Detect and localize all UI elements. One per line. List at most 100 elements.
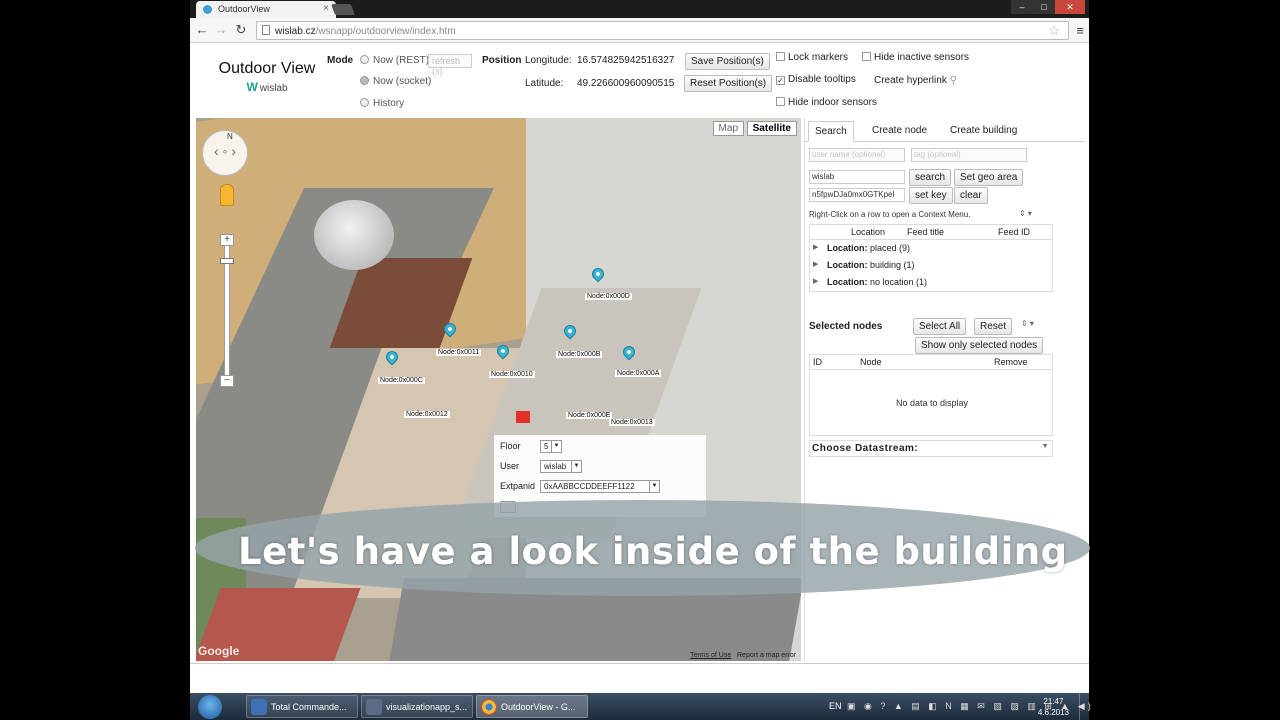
taskbar-item-chrome[interactable]: OutdoorView - G...	[476, 695, 588, 718]
save-position-button[interactable]: Save Position(s)	[685, 53, 770, 70]
back-arrow-icon[interactable]: ←	[194, 23, 210, 37]
choose-datastream-label: Choose Datastream:	[812, 443, 919, 454]
hide-inactive-checkbox[interactable]	[862, 52, 871, 61]
app-icon	[366, 699, 382, 715]
expand-arrow-icon[interactable]: ▶	[813, 277, 818, 285]
hide-inactive-option[interactable]: Hide inactive sensors	[862, 52, 969, 63]
dropdown-arrow-icon[interactable]: ▼	[1042, 443, 1049, 450]
column-remove[interactable]: Remove	[994, 357, 1028, 367]
user-name-input[interactable]: user name (optional)	[809, 148, 905, 162]
hide-indoor-checkbox[interactable]	[776, 97, 785, 106]
table-row[interactable]: ▶ Location: placed (9)	[810, 240, 1052, 257]
radio-now-socket[interactable]	[360, 76, 369, 85]
create-hyperlink-link[interactable]: Create hyperlink ⚲	[874, 75, 957, 86]
language-indicator[interactable]: EN	[829, 701, 842, 711]
reset-selection-button[interactable]: Reset	[974, 318, 1013, 335]
start-button[interactable]	[198, 695, 222, 719]
selected-nodes-title: Selected nodes	[809, 321, 883, 332]
report-map-error-link[interactable]: Report a map error	[737, 652, 796, 659]
dropdown-arrow-icon[interactable]: ▼	[551, 441, 561, 452]
radio-history[interactable]	[360, 98, 369, 107]
pan-control[interactable]: N ‹ ◦ ›	[202, 130, 248, 176]
mode-now-socket[interactable]: Now (socket)	[360, 76, 431, 87]
extpanid-select[interactable]: 0xAABBCCDDEEFF1122 ▼	[540, 480, 660, 493]
disable-tooltips-checkbox[interactable]: ✓	[776, 76, 785, 85]
floor-select[interactable]: 5 ▼	[540, 440, 562, 453]
map-view-button[interactable]: Map	[712, 121, 744, 136]
mode-now-rest[interactable]: Now (REST)	[360, 55, 429, 66]
task-label: visualizationapp_s...	[386, 702, 468, 712]
mode-history-label: History	[373, 98, 405, 109]
building-marker-icon[interactable]	[516, 411, 530, 423]
dropdown-arrow-icon[interactable]: ▼	[571, 461, 581, 472]
hide-indoor-option[interactable]: Hide indoor sensors	[776, 97, 877, 108]
column-node[interactable]: Node	[860, 357, 882, 367]
expand-collapse-icon[interactable]: ⇕ ▾	[1021, 319, 1034, 328]
mode-label: Mode	[327, 55, 354, 66]
search-input[interactable]: wislab	[809, 170, 905, 184]
taskbar-item-visualizationapp[interactable]: visualizationapp_s...	[361, 695, 473, 718]
choose-datastream-select[interactable]: Choose Datastream: ▼	[809, 440, 1053, 457]
close-window-button[interactable]: ✕	[1055, 0, 1085, 14]
marker-label: Node:0x0011	[436, 349, 482, 356]
tag-input[interactable]: tag (optional)	[911, 148, 1027, 162]
mode-history[interactable]: History	[360, 98, 404, 109]
forward-arrow-icon[interactable]: →	[213, 23, 229, 37]
expand-collapse-icon[interactable]: ⇕ ▾	[1019, 209, 1032, 218]
address-bar[interactable]: wislab.cz/wsnapp/outdoorview/index.htm ☆	[256, 21, 1069, 40]
user-select[interactable]: wislab ▼	[540, 460, 582, 473]
browser-tab[interactable]: OutdoorView ×	[196, 1, 336, 18]
no-data-message: No data to display	[895, 398, 969, 408]
table-row[interactable]: ▶ Location: building (1)	[810, 257, 1052, 274]
zoom-in-button[interactable]: +	[220, 234, 234, 246]
satellite-view-button[interactable]: Satellite	[746, 121, 797, 136]
page-icon	[262, 25, 270, 35]
terms-link[interactable]: Terms of Use	[690, 652, 731, 659]
table-row[interactable]: ▶ Location: no location (1)	[810, 274, 1052, 291]
panel-tabs: Search Create node Create building	[805, 118, 1085, 142]
clear-button[interactable]: clear	[954, 187, 988, 204]
taskbar-item-total-commander[interactable]: Total Commande...	[246, 695, 358, 718]
key-input[interactable]: n5fpwDJa0mx0GTKpeI	[809, 188, 905, 202]
bookmark-star-icon[interactable]: ☆	[1048, 23, 1060, 39]
column-feed-id[interactable]: Feed ID	[998, 227, 1030, 237]
select-all-button[interactable]: Select All	[913, 318, 967, 335]
expand-arrow-icon[interactable]: ▶	[813, 260, 818, 268]
set-geo-area-button[interactable]: Set geo area	[954, 169, 1024, 186]
dropdown-arrow-icon[interactable]: ▼	[649, 481, 659, 492]
system-tray: EN ▣ ◉ ? ▲ ▤ ◧ N ▦ ✉ ▧ ▨ ▥ ⊞ ▲ ◀) 21:47 4…	[819, 693, 1091, 720]
zoom-out-button[interactable]: −	[220, 375, 234, 387]
maximize-button[interactable]: □	[1033, 0, 1055, 14]
show-desktop-button[interactable]	[1079, 693, 1089, 720]
refresh-input[interactable]: refresh (s)	[428, 54, 472, 76]
tab-search[interactable]: Search	[808, 121, 854, 142]
column-feed-title[interactable]: Feed title	[907, 227, 944, 237]
column-location[interactable]: Location	[851, 227, 885, 237]
search-button[interactable]: search	[909, 169, 952, 186]
disable-tooltips-option[interactable]: ✓ Disable tooltips	[776, 74, 856, 85]
show-only-selected-button[interactable]: Show only selected nodes	[915, 337, 1044, 354]
new-tab-button[interactable]	[330, 4, 356, 15]
lock-markers-checkbox[interactable]	[776, 52, 785, 61]
url-path: /wsnapp/outdoorview/index.htm	[315, 26, 456, 37]
row-value: building (1)	[870, 260, 915, 270]
tab-create-node[interactable]: Create node	[866, 121, 933, 142]
street-view-pegman-icon[interactable]	[220, 184, 234, 206]
pan-arrows-icon[interactable]: ‹ ◦ ›	[203, 143, 247, 159]
expand-arrow-icon[interactable]: ▶	[813, 243, 818, 251]
zoom-slider-handle[interactable]	[220, 258, 234, 264]
tab-close-icon[interactable]: ×	[323, 3, 329, 14]
radio-now-rest[interactable]	[360, 55, 369, 64]
column-id[interactable]: ID	[813, 357, 822, 367]
tab-create-building[interactable]: Create building	[944, 121, 1023, 142]
minimize-button[interactable]: –	[1011, 0, 1033, 14]
reset-position-button[interactable]: Reset Position(s)	[684, 75, 773, 92]
system-clock[interactable]: 21:47 4.6.2013	[1038, 696, 1069, 718]
set-key-button[interactable]: set key	[909, 187, 953, 204]
reload-icon[interactable]: ↻	[233, 23, 249, 37]
marker-label: Node:0x0012	[404, 411, 450, 418]
chrome-menu-icon[interactable]: ≡	[1076, 23, 1084, 38]
caption-text: Let's have a look inside of the building	[238, 530, 1068, 573]
lock-markers-option[interactable]: Lock markers	[776, 52, 848, 63]
feeds-table: Location Feed title Feed ID ▶ Location: p…	[809, 224, 1053, 292]
